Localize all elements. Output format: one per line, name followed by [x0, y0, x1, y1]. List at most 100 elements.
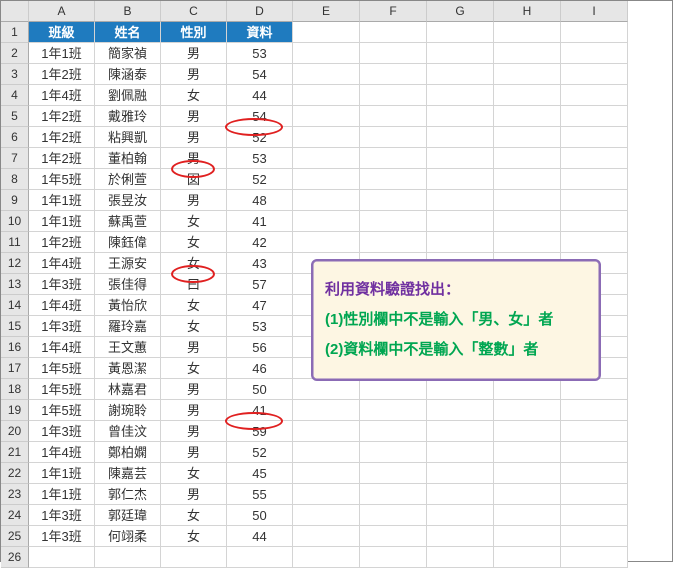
cell-E20[interactable] — [293, 421, 360, 442]
row-header-11[interactable]: 11 — [1, 232, 29, 253]
cell-H1[interactable] — [494, 22, 561, 43]
cell-E22[interactable] — [293, 463, 360, 484]
cell-I10[interactable] — [561, 211, 628, 232]
cell-F5[interactable] — [360, 106, 427, 127]
cell-G1[interactable] — [427, 22, 494, 43]
cell-C12[interactable]: 女 — [161, 253, 227, 274]
cell-I23[interactable] — [561, 484, 628, 505]
cell-F21[interactable] — [360, 442, 427, 463]
cell-B16[interactable]: 王文蕙 — [95, 337, 161, 358]
row-header-4[interactable]: 4 — [1, 85, 29, 106]
cell-E6[interactable] — [293, 127, 360, 148]
cell-F4[interactable] — [360, 85, 427, 106]
cell-B26[interactable] — [95, 547, 161, 568]
cell-B18[interactable]: 林嘉君 — [95, 379, 161, 400]
cell-H21[interactable] — [494, 442, 561, 463]
cell-C2[interactable]: 男 — [161, 43, 227, 64]
cell-F1[interactable] — [360, 22, 427, 43]
cell-D12[interactable]: 43 — [227, 253, 293, 274]
column-header-D[interactable]: D — [227, 1, 293, 22]
cell-A9[interactable]: 1年1班 — [29, 190, 95, 211]
column-header-G[interactable]: G — [427, 1, 494, 22]
cell-B12[interactable]: 王源安 — [95, 253, 161, 274]
cell-A3[interactable]: 1年2班 — [29, 64, 95, 85]
row-header-25[interactable]: 25 — [1, 526, 29, 547]
row-header-8[interactable]: 8 — [1, 169, 29, 190]
cell-D21[interactable]: 52 — [227, 442, 293, 463]
cell-A10[interactable]: 1年1班 — [29, 211, 95, 232]
cell-I25[interactable] — [561, 526, 628, 547]
row-header-1[interactable]: 1 — [1, 22, 29, 43]
cell-F23[interactable] — [360, 484, 427, 505]
cell-C13[interactable]: 曰 — [161, 274, 227, 295]
cell-D4[interactable]: 44 — [227, 85, 293, 106]
cell-D25[interactable]: 44 — [227, 526, 293, 547]
column-header-A[interactable]: A — [29, 1, 95, 22]
cell-B2[interactable]: 簡家禎 — [95, 43, 161, 64]
cell-C1[interactable]: 性別 — [161, 22, 227, 43]
cell-C5[interactable]: 男 — [161, 106, 227, 127]
row-header-20[interactable]: 20 — [1, 421, 29, 442]
cell-H11[interactable] — [494, 232, 561, 253]
cell-E5[interactable] — [293, 106, 360, 127]
cell-C15[interactable]: 女 — [161, 316, 227, 337]
cell-H3[interactable] — [494, 64, 561, 85]
cell-A11[interactable]: 1年2班 — [29, 232, 95, 253]
cell-D7[interactable]: 53 — [227, 148, 293, 169]
cell-E3[interactable] — [293, 64, 360, 85]
cell-F26[interactable] — [360, 547, 427, 568]
cell-D15[interactable]: 53 — [227, 316, 293, 337]
cell-H18[interactable] — [494, 379, 561, 400]
cell-B5[interactable]: 戴雅玲 — [95, 106, 161, 127]
column-header-E[interactable]: E — [293, 1, 360, 22]
row-header-10[interactable]: 10 — [1, 211, 29, 232]
cell-H22[interactable] — [494, 463, 561, 484]
cell-I2[interactable] — [561, 43, 628, 64]
cell-G21[interactable] — [427, 442, 494, 463]
cell-D11[interactable]: 42 — [227, 232, 293, 253]
cell-F10[interactable] — [360, 211, 427, 232]
row-header-18[interactable]: 18 — [1, 379, 29, 400]
cell-F18[interactable] — [360, 379, 427, 400]
cell-D23[interactable]: 55 — [227, 484, 293, 505]
cell-C21[interactable]: 男 — [161, 442, 227, 463]
cell-G11[interactable] — [427, 232, 494, 253]
column-header-I[interactable]: I — [561, 1, 628, 22]
column-header-H[interactable]: H — [494, 1, 561, 22]
cell-C17[interactable]: 女 — [161, 358, 227, 379]
row-header-2[interactable]: 2 — [1, 43, 29, 64]
cell-E9[interactable] — [293, 190, 360, 211]
row-header-22[interactable]: 22 — [1, 463, 29, 484]
cell-G6[interactable] — [427, 127, 494, 148]
row-header-9[interactable]: 9 — [1, 190, 29, 211]
cell-C8[interactable]: 囡 — [161, 169, 227, 190]
cell-F3[interactable] — [360, 64, 427, 85]
cell-A6[interactable]: 1年2班 — [29, 127, 95, 148]
cell-A12[interactable]: 1年4班 — [29, 253, 95, 274]
cell-I9[interactable] — [561, 190, 628, 211]
cell-B19[interactable]: 謝琬聆 — [95, 400, 161, 421]
row-header-12[interactable]: 12 — [1, 253, 29, 274]
cell-D19[interactable]: 41 — [227, 400, 293, 421]
cell-A18[interactable]: 1年5班 — [29, 379, 95, 400]
cell-D24[interactable]: 50 — [227, 505, 293, 526]
row-header-24[interactable]: 24 — [1, 505, 29, 526]
cell-G26[interactable] — [427, 547, 494, 568]
cell-B17[interactable]: 黃恩潔 — [95, 358, 161, 379]
row-header-15[interactable]: 15 — [1, 316, 29, 337]
cell-C24[interactable]: 女 — [161, 505, 227, 526]
cell-I22[interactable] — [561, 463, 628, 484]
cell-A7[interactable]: 1年2班 — [29, 148, 95, 169]
cell-B15[interactable]: 羅玲嘉 — [95, 316, 161, 337]
cell-B11[interactable]: 陳鈺偉 — [95, 232, 161, 253]
cell-A5[interactable]: 1年2班 — [29, 106, 95, 127]
row-header-13[interactable]: 13 — [1, 274, 29, 295]
row-header-5[interactable]: 5 — [1, 106, 29, 127]
cell-H20[interactable] — [494, 421, 561, 442]
cell-E4[interactable] — [293, 85, 360, 106]
cell-E2[interactable] — [293, 43, 360, 64]
cell-G8[interactable] — [427, 169, 494, 190]
cell-F20[interactable] — [360, 421, 427, 442]
row-header-7[interactable]: 7 — [1, 148, 29, 169]
cell-G18[interactable] — [427, 379, 494, 400]
